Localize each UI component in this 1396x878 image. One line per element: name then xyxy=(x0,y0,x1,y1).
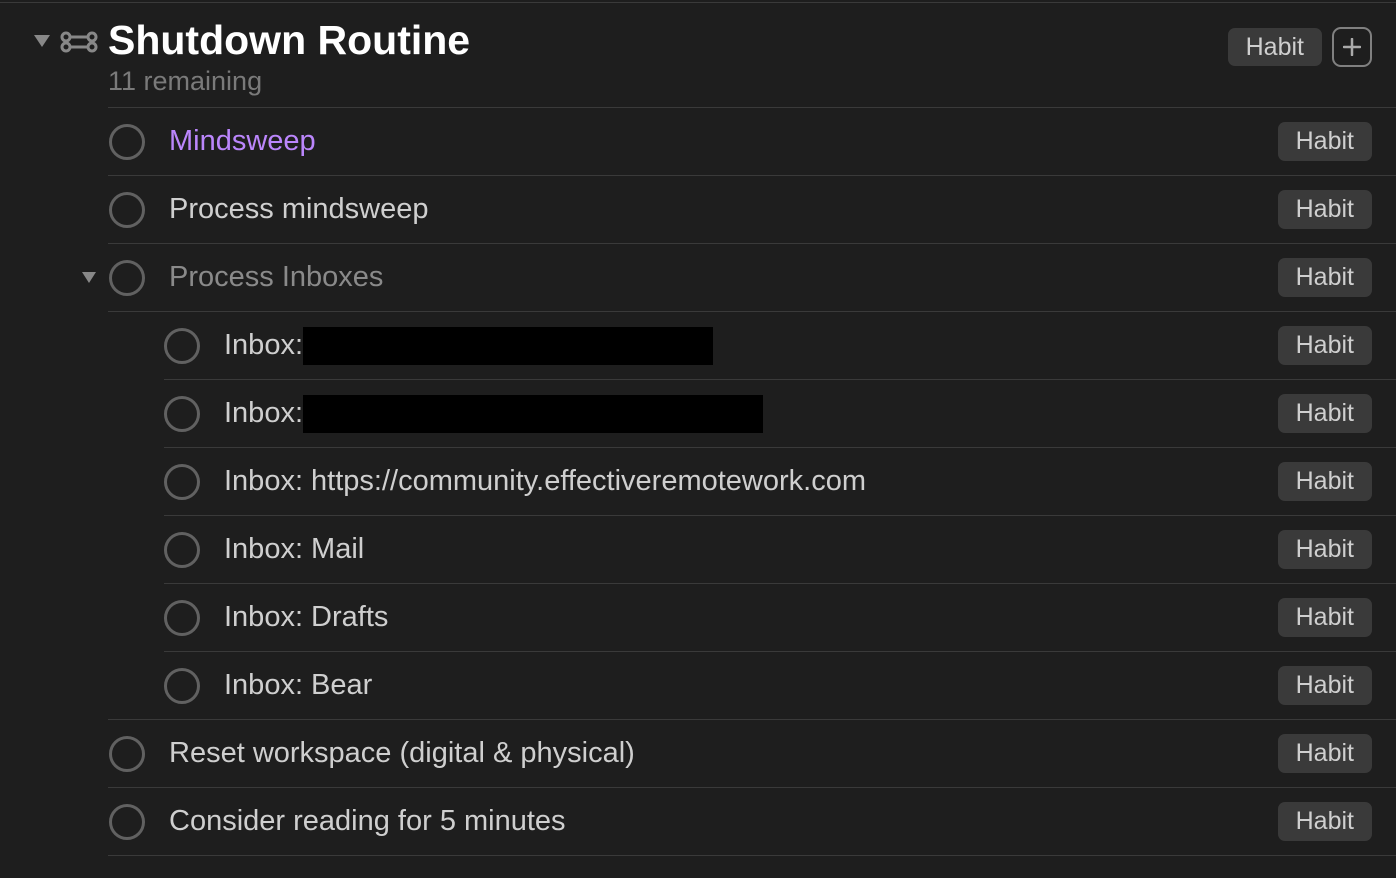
task-tag[interactable]: Habit xyxy=(1278,802,1372,841)
redacted-text xyxy=(303,395,763,433)
task-row[interactable]: Process mindsweepHabit xyxy=(0,176,1396,243)
chevron-down-icon xyxy=(34,35,50,47)
task-title[interactable]: Process mindsweep xyxy=(169,193,1278,226)
task-row[interactable]: Process InboxesHabit xyxy=(0,244,1396,311)
task-title[interactable]: Inbox: Bear xyxy=(224,669,1278,702)
task-tag[interactable]: Habit xyxy=(1278,462,1372,501)
task-row[interactable]: Inbox: DraftsHabit xyxy=(0,584,1396,651)
task-checkbox[interactable] xyxy=(164,328,200,364)
task-title[interactable]: Inbox: Drafts xyxy=(224,601,1278,634)
task-tag[interactable]: Habit xyxy=(1278,734,1372,773)
task-row[interactable]: Consider reading for 5 minutesHabit xyxy=(0,788,1396,855)
task-checkbox[interactable] xyxy=(109,736,145,772)
plus-icon xyxy=(1343,38,1361,56)
chevron-down-icon xyxy=(82,272,96,283)
task-title[interactable]: Inbox: https://community.effectiveremote… xyxy=(224,465,1278,498)
project-subtitle: 11 remaining xyxy=(108,66,1228,97)
task-title[interactable]: Reset workspace (digital & physical) xyxy=(169,737,1278,770)
project-title-block: Shutdown Routine 11 remaining xyxy=(108,17,1228,97)
task-title[interactable]: Mindsweep xyxy=(169,125,1278,158)
project-header-actions: Habit xyxy=(1228,27,1372,67)
task-list: MindsweepHabitProcess mindsweepHabitProc… xyxy=(0,107,1396,856)
task-checkbox[interactable] xyxy=(164,464,200,500)
project-disclosure-toggle[interactable] xyxy=(30,29,54,53)
task-checkbox[interactable] xyxy=(164,668,200,704)
redacted-text xyxy=(303,327,713,365)
task-title[interactable]: Process Inboxes xyxy=(169,261,1278,294)
task-row[interactable]: Inbox:Habit xyxy=(0,380,1396,447)
task-disclosure-toggle[interactable] xyxy=(75,264,103,292)
task-tag[interactable]: Habit xyxy=(1278,122,1372,161)
task-tag[interactable]: Habit xyxy=(1278,394,1372,433)
task-tag[interactable]: Habit xyxy=(1278,530,1372,569)
task-tag[interactable]: Habit xyxy=(1278,258,1372,297)
task-tag[interactable]: Habit xyxy=(1278,190,1372,229)
task-row[interactable]: Inbox: MailHabit xyxy=(0,516,1396,583)
task-row[interactable]: Inbox: https://community.effectiveremote… xyxy=(0,448,1396,515)
task-tag[interactable]: Habit xyxy=(1278,666,1372,705)
add-task-button[interactable] xyxy=(1332,27,1372,67)
task-title[interactable]: Inbox: xyxy=(224,395,1278,433)
task-title[interactable]: Consider reading for 5 minutes xyxy=(169,805,1278,838)
project-header: Shutdown Routine 11 remaining Habit xyxy=(0,17,1396,97)
task-checkbox[interactable] xyxy=(164,532,200,568)
task-title[interactable]: Inbox: Mail xyxy=(224,533,1278,566)
sequential-project-icon xyxy=(60,23,98,61)
task-checkbox[interactable] xyxy=(109,260,145,296)
task-row[interactable]: Inbox: Habit xyxy=(0,312,1396,379)
task-tag[interactable]: Habit xyxy=(1278,598,1372,637)
task-checkbox[interactable] xyxy=(164,600,200,636)
task-checkbox[interactable] xyxy=(109,804,145,840)
row-divider xyxy=(108,855,1396,856)
task-checkbox[interactable] xyxy=(109,124,145,160)
task-manager-view: Shutdown Routine 11 remaining Habit Mind… xyxy=(0,0,1396,856)
task-row[interactable]: Inbox: BearHabit xyxy=(0,652,1396,719)
task-checkbox[interactable] xyxy=(164,396,200,432)
task-checkbox[interactable] xyxy=(109,192,145,228)
project-title[interactable]: Shutdown Routine xyxy=(108,17,1228,64)
task-row[interactable]: Reset workspace (digital & physical)Habi… xyxy=(0,720,1396,787)
task-row[interactable]: MindsweepHabit xyxy=(0,108,1396,175)
task-tag[interactable]: Habit xyxy=(1278,326,1372,365)
project-tag[interactable]: Habit xyxy=(1228,28,1322,67)
top-divider xyxy=(0,2,1396,3)
task-title[interactable]: Inbox: xyxy=(224,327,1278,365)
